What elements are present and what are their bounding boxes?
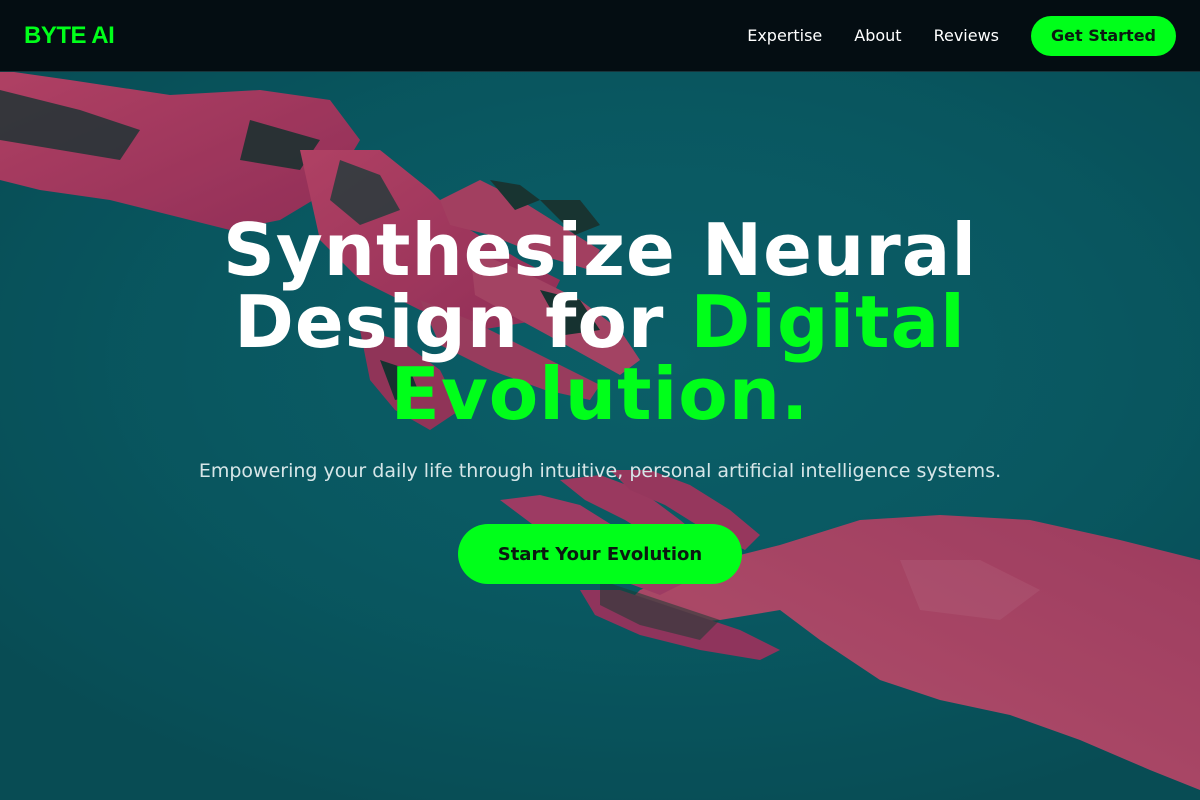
hero-content: Synthesize Neural Design for Digital Evo… <box>0 214 1200 584</box>
hero-headline: Synthesize Neural Design for Digital Evo… <box>150 214 1050 430</box>
brand-logo[interactable]: BYTE AI <box>24 22 115 50</box>
nav-link-expertise[interactable]: Expertise <box>747 26 822 45</box>
headline-accent-evolution: Evolution. <box>390 352 810 436</box>
nav-link-reviews[interactable]: Reviews <box>934 26 999 45</box>
get-started-button[interactable]: Get Started <box>1031 15 1176 56</box>
main-nav: Expertise About Reviews Get Started <box>747 15 1176 56</box>
start-your-evolution-button[interactable]: Start Your Evolution <box>458 524 742 584</box>
hero-subtitle: Empowering your daily life through intui… <box>198 460 1002 482</box>
nav-link-about[interactable]: About <box>854 26 901 45</box>
top-navbar: BYTE AI Expertise About Reviews Get Star… <box>0 0 1200 72</box>
